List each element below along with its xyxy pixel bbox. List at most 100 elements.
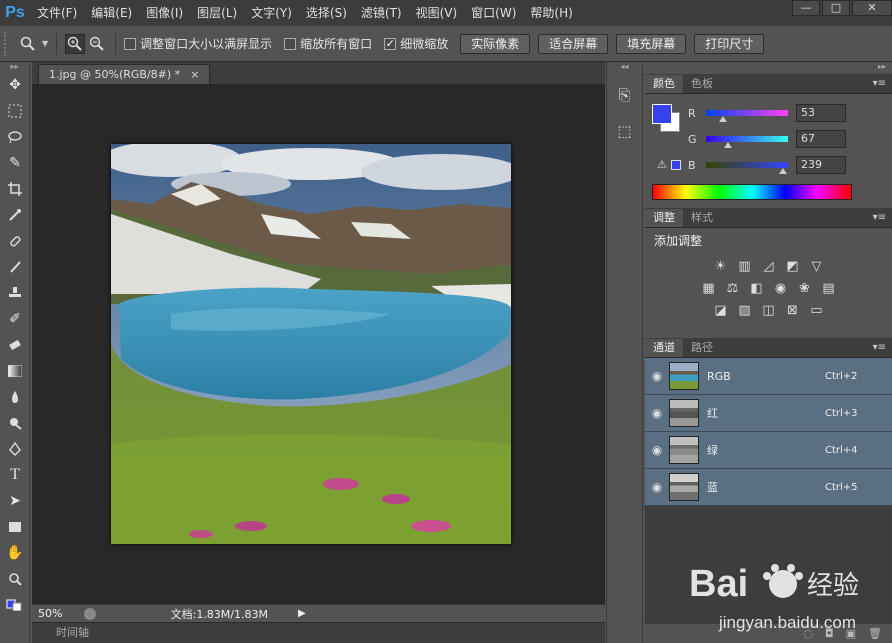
curves-icon[interactable]: ◿	[760, 257, 778, 275]
menu-image[interactable]: 图像(I)	[139, 0, 190, 26]
document-tab[interactable]: 1.jpg @ 50%(RGB/8#) * ×	[38, 64, 211, 84]
channel-row-red[interactable]: ◉ 红 Ctrl+3	[645, 395, 892, 432]
dodge-tool-icon[interactable]	[0, 410, 30, 436]
load-selection-icon[interactable]: ◌	[803, 627, 813, 640]
collapse-icon[interactable]: ▸▸	[0, 62, 29, 72]
color-spectrum-bar[interactable]	[652, 184, 852, 200]
eyedropper-tool-icon[interactable]	[0, 202, 30, 228]
fill-screen-button[interactable]: 填充屏幕	[616, 33, 687, 54]
photo-filter-icon[interactable]: ◉	[772, 279, 790, 297]
vibrance-icon[interactable]: ▽	[808, 257, 826, 275]
invert-icon[interactable]: ◪	[712, 301, 730, 319]
zoom-in-icon[interactable]	[65, 33, 86, 54]
hand-tool-icon[interactable]: ✋	[0, 540, 30, 566]
resize-windows-checkbox[interactable]: 调整窗口大小以满屏显示	[124, 35, 272, 52]
tab-paths[interactable]: 路径	[683, 339, 721, 357]
b-slider-thumb[interactable]	[779, 168, 787, 174]
canvas-area[interactable]	[32, 84, 605, 604]
path-select-tool-icon[interactable]: ➤	[0, 488, 30, 514]
g-value-input[interactable]: 67	[796, 130, 846, 148]
zoom-tool-preset[interactable]: ▼	[18, 34, 48, 54]
marquee-tool-icon[interactable]	[0, 98, 30, 124]
menu-select[interactable]: 选择(S)	[299, 0, 354, 26]
brush-tool-icon[interactable]	[0, 254, 30, 280]
lasso-tool-icon[interactable]	[0, 124, 30, 150]
scrubby-zoom-checkbox[interactable]: ✓ 细微缩放	[384, 35, 448, 52]
menu-file[interactable]: 文件(F)	[30, 0, 84, 26]
menu-filter[interactable]: 滤镜(T)	[354, 0, 409, 26]
g-slider-thumb[interactable]	[724, 142, 732, 148]
tab-styles[interactable]: 样式	[683, 209, 721, 227]
history-brush-tool-icon[interactable]: ✐	[0, 306, 30, 332]
close-button[interactable]: ✕	[852, 0, 892, 16]
collapse-icon[interactable]: ▸▸	[645, 62, 892, 74]
canvas-image[interactable]	[111, 144, 511, 544]
quick-select-tool-icon[interactable]: ✎	[0, 150, 30, 176]
status-menu-icon[interactable]	[84, 607, 96, 620]
exposure-icon[interactable]: ◩	[784, 257, 802, 275]
blur-tool-icon[interactable]	[0, 384, 30, 410]
pen-tool-icon[interactable]	[0, 436, 30, 462]
eye-icon[interactable]: ◉	[645, 369, 669, 383]
menu-layer[interactable]: 图层(L)	[190, 0, 244, 26]
timeline-panel[interactable]: 时间轴	[32, 622, 605, 643]
eye-icon[interactable]: ◉	[645, 480, 669, 494]
type-tool-icon[interactable]: T	[0, 462, 30, 488]
actual-pixels-button[interactable]: 实际像素	[460, 33, 531, 54]
menu-type[interactable]: 文字(Y)	[244, 0, 299, 26]
maximize-button[interactable]: □	[822, 0, 850, 16]
hue-saturation-icon[interactable]: ▦	[700, 279, 718, 297]
eraser-tool-icon[interactable]	[0, 332, 30, 358]
delete-channel-icon[interactable]: 🗑	[868, 627, 882, 640]
save-selection-icon[interactable]: ◘	[825, 627, 834, 640]
foreground-color-swatch[interactable]	[652, 104, 672, 124]
color-balance-icon[interactable]: ⚖	[724, 279, 742, 297]
channel-row-rgb[interactable]: ◉ RGB Ctrl+2	[645, 358, 892, 395]
selective-color-icon[interactable]: ⊠	[784, 301, 802, 319]
brightness-icon[interactable]: ☀	[712, 257, 730, 275]
collapse-icon[interactable]: ◂◂	[607, 62, 642, 72]
zoom-out-icon[interactable]	[87, 34, 107, 54]
menu-edit[interactable]: 编辑(E)	[84, 0, 139, 26]
b-value-input[interactable]: 239	[796, 156, 846, 174]
color-swatches-icon[interactable]	[0, 592, 30, 618]
tab-channels[interactable]: 通道	[645, 339, 683, 357]
zoom-tool-icon[interactable]	[0, 566, 30, 592]
rectangle-tool-icon[interactable]	[0, 514, 30, 540]
r-slider-thumb[interactable]	[719, 116, 727, 122]
panel-menu-icon[interactable]: ▾≡	[873, 209, 892, 227]
panel-menu-icon[interactable]: ▾≡	[873, 75, 892, 93]
posterize-icon[interactable]: ▨	[736, 301, 754, 319]
panel-menu-icon[interactable]: ▾≡	[873, 339, 892, 357]
b-slider[interactable]	[706, 162, 788, 174]
channel-row-blue[interactable]: ◉ 蓝 Ctrl+5	[645, 469, 892, 506]
options-grip[interactable]	[4, 31, 12, 56]
r-slider[interactable]	[706, 110, 788, 122]
minimize-button[interactable]: —	[792, 0, 820, 16]
history-icon[interactable]: ⎘	[607, 86, 642, 116]
healing-brush-tool-icon[interactable]	[0, 228, 30, 254]
r-value-input[interactable]: 53	[796, 104, 846, 122]
tab-adjustments[interactable]: 调整	[645, 209, 683, 227]
black-white-icon[interactable]: ◧	[748, 279, 766, 297]
channel-mixer-icon[interactable]: ❀	[796, 279, 814, 297]
levels-icon[interactable]: ▥	[736, 257, 754, 275]
3d-icon[interactable]: ⬚	[607, 122, 642, 152]
menu-view[interactable]: 视图(V)	[409, 0, 465, 26]
stamp-tool-icon[interactable]	[0, 280, 30, 306]
play-arrow-icon[interactable]: ▶	[298, 608, 306, 619]
web-safe-swatch[interactable]	[671, 160, 681, 170]
g-slider[interactable]	[706, 136, 788, 148]
close-icon[interactable]: ×	[190, 65, 199, 84]
zoom-all-windows-checkbox[interactable]: 缩放所有窗口	[284, 35, 372, 52]
menu-help[interactable]: 帮助(H)	[523, 0, 579, 26]
tab-color[interactable]: 颜色	[645, 75, 683, 93]
menu-window[interactable]: 窗口(W)	[464, 0, 523, 26]
channel-row-green[interactable]: ◉ 绿 Ctrl+4	[645, 432, 892, 469]
threshold-icon[interactable]: ◫	[760, 301, 778, 319]
eye-icon[interactable]: ◉	[645, 406, 669, 420]
print-size-button[interactable]: 打印尺寸	[694, 33, 765, 54]
color-lookup-icon[interactable]: ▤	[820, 279, 838, 297]
fit-screen-button[interactable]: 适合屏幕	[538, 33, 609, 54]
zoom-level[interactable]: 50%	[32, 607, 82, 620]
